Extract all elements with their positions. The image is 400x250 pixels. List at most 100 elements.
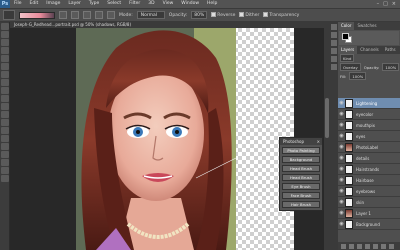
maximize-button[interactable]: □ xyxy=(383,1,388,7)
menu-select[interactable]: Select xyxy=(103,0,125,8)
transparency-checkbox[interactable] xyxy=(263,12,269,17)
actions-icon[interactable] xyxy=(331,64,337,70)
foreground-color-swatch[interactable] xyxy=(342,33,349,40)
linear-gradient-icon[interactable] xyxy=(59,11,67,19)
tab-color[interactable]: Color xyxy=(338,22,355,30)
close-button[interactable]: × xyxy=(392,1,396,7)
layer-row[interactable]: ◉ PhotoLabel xyxy=(338,142,400,153)
visibility-eye-icon[interactable]: ◉ xyxy=(338,210,345,216)
head-brush-button[interactable]: Head Brush xyxy=(282,165,320,172)
layer-row[interactable]: ◉ details xyxy=(338,153,400,164)
reflected-gradient-icon[interactable] xyxy=(95,11,103,19)
tab-paths[interactable]: Paths xyxy=(382,46,399,54)
layer-row[interactable]: ◉ eyebrows xyxy=(338,186,400,197)
properties-icon[interactable] xyxy=(331,32,337,38)
character-icon[interactable] xyxy=(331,48,337,54)
dither-option[interactable]: Dither xyxy=(239,12,259,18)
menu-help[interactable]: Help xyxy=(203,0,221,8)
menu-edit[interactable]: Edit xyxy=(26,0,43,8)
gradient-tool-icon[interactable] xyxy=(1,111,9,118)
clone-stamp-tool-icon[interactable] xyxy=(1,87,9,94)
visibility-eye-icon[interactable]: ◉ xyxy=(338,199,345,205)
kind-filter-select[interactable]: Kind xyxy=(340,54,355,62)
photo-painting-button[interactable]: Photo Painting xyxy=(282,147,320,154)
reverse-option[interactable]: Reverse xyxy=(211,12,235,18)
path-select-tool-icon[interactable] xyxy=(1,151,9,158)
new-group-icon[interactable] xyxy=(373,243,378,249)
visibility-eye-icon[interactable]: ◉ xyxy=(338,221,345,227)
visibility-eye-icon[interactable]: ◉ xyxy=(338,111,345,117)
layer-row[interactable]: ◉ Hairbase xyxy=(338,175,400,186)
menu-filter[interactable]: Filter xyxy=(125,0,144,8)
tab-channels[interactable]: Channels xyxy=(357,46,382,54)
move-tool-icon[interactable] xyxy=(1,23,9,30)
marquee-tool-icon[interactable] xyxy=(1,31,9,38)
lasso-tool-icon[interactable] xyxy=(1,39,9,46)
mode-select[interactable]: Normal xyxy=(136,11,165,19)
visibility-eye-icon[interactable]: ◉ xyxy=(338,166,345,172)
background-button[interactable]: Background xyxy=(282,156,320,163)
gradient-swatch[interactable] xyxy=(19,11,55,19)
face-brush-button[interactable]: Face Brush xyxy=(282,192,320,199)
menu-view[interactable]: View xyxy=(159,0,178,8)
menu-image[interactable]: Image xyxy=(42,0,64,8)
new-layer-icon[interactable] xyxy=(381,243,386,249)
quick-select-tool-icon[interactable] xyxy=(1,47,9,54)
add-mask-icon[interactable] xyxy=(357,243,362,249)
zoom-tool-icon[interactable] xyxy=(1,175,9,182)
menu-type[interactable]: Type xyxy=(85,0,103,8)
brush-presets-icon[interactable] xyxy=(331,40,337,46)
layer-row[interactable]: ◉ Lightening xyxy=(338,98,400,109)
layer-row[interactable]: ◉ eyecolor xyxy=(338,109,400,120)
visibility-eye-icon[interactable]: ◉ xyxy=(338,177,345,183)
brush-tool-icon[interactable] xyxy=(1,79,9,86)
visibility-eye-icon[interactable]: ◉ xyxy=(338,133,345,139)
menu-3d[interactable]: 3D xyxy=(144,0,158,8)
blur-tool-icon[interactable] xyxy=(1,119,9,126)
tool-preset-picker[interactable] xyxy=(3,10,15,20)
layer-row[interactable]: ◉ Hairstrands xyxy=(338,164,400,175)
history-brush-tool-icon[interactable] xyxy=(1,95,9,102)
close-icon[interactable]: × xyxy=(317,138,322,145)
pen-tool-icon[interactable] xyxy=(1,135,9,142)
tab-swatches[interactable]: Swatches xyxy=(354,22,379,30)
layer-style-icon[interactable] xyxy=(349,243,354,249)
layer-row[interactable]: ◉ skin xyxy=(338,197,400,208)
tab-layers[interactable]: Layers xyxy=(338,46,358,54)
adjustment-layer-icon[interactable] xyxy=(365,243,370,249)
dither-checkbox[interactable] xyxy=(239,12,245,17)
visibility-eye-icon[interactable]: ◉ xyxy=(338,122,345,128)
layer-row[interactable]: ◉ Background xyxy=(338,219,400,230)
diamond-gradient-icon[interactable] xyxy=(107,11,115,19)
visibility-eye-icon[interactable]: ◉ xyxy=(338,155,345,161)
layer-row[interactable]: ◉ mouthpix xyxy=(338,120,400,131)
crop-tool-icon[interactable] xyxy=(1,55,9,62)
link-layers-icon[interactable] xyxy=(341,243,346,249)
menu-layer[interactable]: Layer xyxy=(64,0,85,8)
hand-tool-icon[interactable] xyxy=(1,167,9,174)
healing-brush-tool-icon[interactable] xyxy=(1,71,9,78)
transparency-option[interactable]: Transparency xyxy=(263,12,299,18)
dodge-tool-icon[interactable] xyxy=(1,127,9,134)
visibility-eye-icon[interactable]: ◉ xyxy=(338,100,345,106)
paragraph-icon[interactable] xyxy=(331,56,337,62)
hair-brush-button[interactable]: Hair Brush xyxy=(282,201,320,208)
angle-gradient-icon[interactable] xyxy=(83,11,91,19)
layer-row[interactable]: ◉ eyes xyxy=(338,131,400,142)
shape-tool-icon[interactable] xyxy=(1,159,9,166)
minimize-button[interactable]: – xyxy=(377,1,380,7)
document-canvas[interactable] xyxy=(10,28,324,250)
visibility-eye-icon[interactable]: ◉ xyxy=(338,188,345,194)
layer-fill-field[interactable]: 100% xyxy=(349,72,367,80)
scrollbar-thumb[interactable] xyxy=(325,98,329,138)
menu-window[interactable]: Window xyxy=(177,0,203,8)
trash-icon[interactable] xyxy=(389,243,394,249)
eye-brush-button[interactable]: Eye Brush xyxy=(282,183,320,190)
layer-opacity-field[interactable]: 100% xyxy=(382,63,400,71)
menu-file[interactable]: File xyxy=(10,0,26,8)
radial-gradient-icon[interactable] xyxy=(71,11,79,19)
eraser-tool-icon[interactable] xyxy=(1,103,9,110)
eyedropper-tool-icon[interactable] xyxy=(1,63,9,70)
opacity-field[interactable]: 80% xyxy=(191,11,208,19)
layer-row[interactable]: ◉ Layer 1 xyxy=(338,208,400,219)
